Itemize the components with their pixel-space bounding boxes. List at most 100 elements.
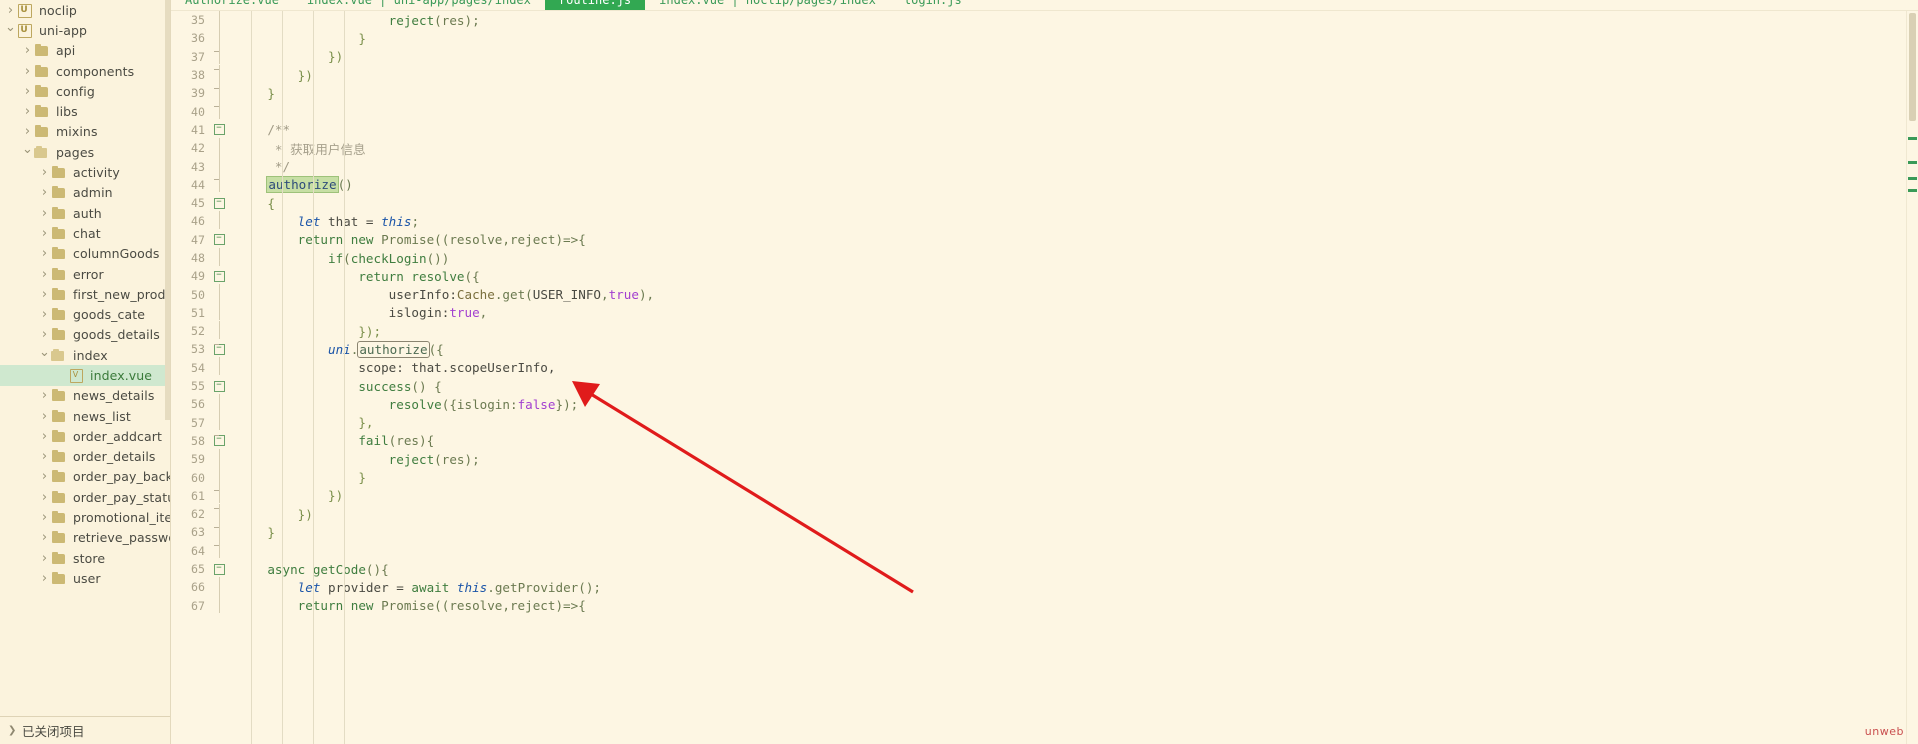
chevron-right-icon[interactable]: › [38,531,51,544]
chevron-right-icon[interactable]: › [38,450,51,463]
chevron-right-icon[interactable]: › [38,430,51,443]
tree-item-admin[interactable]: › admin [0,183,170,203]
tree-item-order-pay-back[interactable]: › order_pay_back [0,467,170,487]
code-line[interactable]: 65− async getCode(){ [171,560,1918,578]
code-line[interactable]: 40 [171,101,1918,120]
tree-item-user[interactable]: › user [0,568,170,588]
fold-toggle-icon[interactable]: − [211,435,227,447]
tree-item-promotional-ite-[interactable]: › promotional_ite... [0,507,170,527]
scrollbar-thumb[interactable] [1909,13,1916,121]
project-explorer-sidebar[interactable]: › noclip ⌄ uni-app › api › components › config › li… [0,0,171,744]
chevron-right-icon[interactable]: › [38,207,51,220]
fold-toggle-icon[interactable]: − [211,124,227,136]
code-line[interactable]: 41− /** [171,121,1918,139]
tree-item-store[interactable]: › store [0,548,170,568]
code-lines[interactable]: 35 reject(res); 36 } 37 }) 38 }) 39 } 40 41− /… [171,11,1918,615]
code-line[interactable]: 64 [171,540,1918,560]
code-line[interactable]: 44 authorize() [171,174,1918,194]
tree-item-columngoods[interactable]: › columnGoods [0,244,170,264]
tree-item-first-new-product[interactable]: › first_new_product [0,284,170,304]
chevron-right-icon[interactable]: › [38,268,51,281]
tree-item-news-details[interactable]: › news_details [0,386,170,406]
sidebar-scrollbar[interactable] [165,0,170,420]
tree-item-libs[interactable]: › libs [0,101,170,121]
tree-item-auth[interactable]: › auth [0,203,170,223]
code-line[interactable]: 52 }); [171,320,1918,345]
code-line[interactable]: 46 let that = this; [171,210,1918,230]
fold-toggle-icon[interactable]: − [211,563,227,575]
chevron-right-icon[interactable]: › [38,288,51,301]
tree-item-uni-app[interactable]: ⌄ uni-app [0,20,170,40]
tree-item-activity[interactable]: › activity [0,162,170,182]
code-line[interactable]: 54 scope: that.scopeUserInfo, [171,357,1918,377]
code-line[interactable]: 57 }, [171,412,1918,437]
code-line[interactable]: 37 }) [171,46,1918,71]
tree-item-retrieve-password[interactable]: › retrieve_password [0,528,170,548]
tree-item-goods-details[interactable]: › goods_details [0,325,170,345]
chevron-right-icon[interactable]: › [38,491,51,504]
chevron-right-icon[interactable]: › [38,572,51,585]
tree-item-pages[interactable]: ⌄ pages [0,142,170,162]
chevron-right-icon[interactable]: › [38,166,51,179]
tree-item-index-vue[interactable]: ›index.vue [0,365,170,386]
code-line[interactable]: 63 } [171,521,1918,546]
chevron-right-icon[interactable]: › [38,308,51,321]
chevron-right-icon[interactable]: › [38,511,51,524]
chevron-right-icon[interactable]: › [21,105,34,118]
tree-item-api[interactable]: › api [0,41,170,61]
tree-item-order-details[interactable]: › order_details [0,447,170,467]
tree-item-mixins[interactable]: › mixins [0,122,170,142]
code-line[interactable]: 55− success() { [171,377,1918,395]
chevron-down-icon[interactable]: ⌄ [4,21,17,34]
tree-item-config[interactable]: › config [0,81,170,101]
code-line[interactable]: 62 }) [171,503,1918,528]
code-line[interactable]: 67 return new Promise((resolve,reject)=>… [171,595,1918,615]
tree-item-chat[interactable]: › chat [0,223,170,243]
fold-toggle-icon[interactable]: − [211,197,227,209]
fold-toggle-icon[interactable]: − [211,270,227,282]
fold-toggle-icon[interactable]: − [211,234,227,246]
code-line[interactable]: 53− uni.authorize({ [171,340,1918,358]
fold-toggle-icon[interactable]: − [211,380,227,392]
chevron-right-icon[interactable]: › [38,389,51,402]
chevron-right-icon[interactable]: › [38,247,51,260]
chevron-right-icon[interactable]: › [38,328,51,341]
tree-item-order-pay-status[interactable]: › order_pay_status [0,487,170,507]
closed-projects-bar[interactable]: ❯ 已关闭项目 [0,716,170,744]
chevron-right-icon[interactable]: › [38,470,51,483]
chevron-right-icon[interactable]: › [38,410,51,423]
code-line[interactable]: 51 islogin:true, [171,302,1918,322]
chevron-right-icon[interactable]: › [21,125,34,138]
code-line[interactable]: 36 } [171,27,1918,52]
code-line[interactable]: 58− fail(res){ [171,432,1918,450]
fold-toggle-icon[interactable]: − [211,343,227,355]
code-line[interactable]: 60 } [171,467,1918,492]
tree-item-news-list[interactable]: › news_list [0,406,170,426]
code-line[interactable]: 56 resolve({islogin:false}); [171,393,1918,413]
editor-vertical-scrollbar[interactable] [1906,11,1918,744]
chevron-right-icon[interactable]: › [21,44,34,57]
tree-item-components[interactable]: › components [0,61,170,81]
code-line[interactable]: 39 } [171,82,1918,107]
code-line[interactable]: 50 userInfo:Cache.get(USER_INFO,true), [171,284,1918,303]
code-line[interactable]: 35 reject(res); [171,11,1918,29]
chevron-down-icon[interactable]: ⌄ [21,143,34,156]
tree-item-order-addcart[interactable]: › order_addcart [0,426,170,446]
code-line[interactable]: 61 }) [171,485,1918,510]
chevron-right-icon[interactable]: › [21,85,34,98]
tree-item-index[interactable]: ⌄ index [0,345,170,365]
chevron-right-icon[interactable]: › [38,552,51,565]
code-editor[interactable]: 35 reject(res); 36 } 37 }) 38 }) 39 } 40 41− /… [171,11,1918,744]
chevron-right-icon[interactable]: › [38,186,51,199]
tree-item-noclip[interactable]: › noclip [0,0,170,20]
chevron-right-icon[interactable]: › [38,227,51,240]
tree-item-goods-cate[interactable]: › goods_cate [0,304,170,324]
code-line[interactable]: 47− return new Promise((resolve,reject)=… [171,231,1918,249]
code-line[interactable]: 48 if(checkLogin()) [171,247,1918,267]
code-line[interactable]: 45− { [171,194,1918,212]
chevron-right-icon[interactable]: › [4,4,17,17]
code-line[interactable]: 38 }) [171,64,1918,89]
code-line[interactable]: 59 reject(res); [171,448,1918,468]
code-line[interactable]: 49− return resolve({ [171,267,1918,285]
tree-item-error[interactable]: › error [0,264,170,284]
